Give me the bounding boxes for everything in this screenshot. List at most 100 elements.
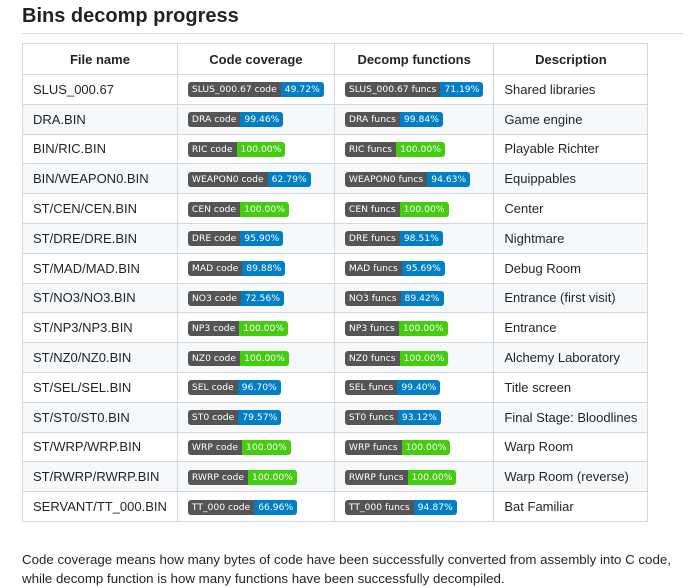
decomp-funcs-cell: CEN funcs 100.00% (333, 193, 495, 224)
decomp-funcs-cell: SEL funcs 99.40% (333, 371, 495, 403)
description-cell: Center (493, 193, 649, 224)
decomp-funcs-cell: WEAPON0 funcs 94.63% (333, 163, 495, 195)
code-coverage-badge-label: NZ0 code (187, 350, 240, 366)
code-coverage-badge[interactable]: NO3 code 72.56% (187, 291, 284, 306)
decomp-funcs-cell: NO3 funcs 89.42% (333, 282, 495, 314)
decomp-funcs-badge[interactable]: WEAPON0 funcs 94.63% (344, 171, 471, 187)
code-coverage-badge-value: 89.88% (242, 261, 286, 277)
code-coverage-badge-label: RIC code (187, 142, 237, 158)
file-name-cell: ST/WRP/WRP.BIN (22, 431, 178, 463)
description-cell: Debug Room (493, 252, 649, 284)
decomp-funcs-badge[interactable]: RWRP funcs 100.00% (344, 469, 457, 485)
decomp-funcs-badge[interactable]: WRP funcs 100.00% (344, 439, 451, 455)
decomp-funcs-badge[interactable]: MAD funcs 95.69% (344, 261, 445, 277)
decomp-funcs-badge[interactable]: NZ0 funcs 100.00% (344, 350, 449, 366)
code-coverage-badge[interactable]: WEAPON0 code 62.79% (187, 171, 311, 187)
decomp-funcs-badge[interactable]: RIC funcs 100.00% (344, 142, 445, 158)
table-row: ST/NP3/NP3.BIN NP3 code 100.00% NP3 funcs 10… (22, 312, 649, 344)
decomp-funcs-badge[interactable]: DRA funcs 99.84% (344, 112, 443, 128)
file-name-cell: ST/MAD/MAD.BIN (22, 252, 178, 284)
decomp-funcs-badge[interactable]: TT_000 funcs 94.87% (344, 499, 457, 515)
code-coverage-cell: WEAPON0 code 62.79% (176, 163, 335, 195)
code-coverage-badge-value: 79.57% (238, 410, 282, 426)
decomp-funcs-badge[interactable]: NP3 funcs 100.00% (344, 320, 448, 336)
file-name-cell: ST/SEL/SEL.BIN (22, 371, 178, 403)
table-row: SLUS_000.67 SLUS_000.67 code 49.72% SLUS_00… (22, 74, 649, 105)
code-coverage-badge-label: SEL code (187, 380, 238, 396)
decomp-funcs-badge-value: 100.00% (399, 350, 449, 366)
decomp-funcs-badge[interactable]: CEN funcs 100.00% (344, 201, 449, 217)
decomp-funcs-badge-label: TT_000 funcs (344, 499, 414, 515)
decomp-funcs-badge-label: WRP funcs (344, 439, 402, 455)
description-cell: Warp Room (493, 431, 649, 463)
file-name-cell: BIN/WEAPON0.BIN (22, 163, 178, 195)
code-coverage-badge[interactable]: CEN code 100.00% (187, 201, 289, 217)
decomp-funcs-badge-value: 94.87% (413, 499, 457, 515)
code-coverage-badge[interactable]: ST0 code 79.57% (187, 410, 282, 426)
table-row: ST/MAD/MAD.BIN MAD code 89.88% MAD funcs 95.… (22, 252, 649, 284)
code-coverage-badge-label: WEAPON0 code (187, 171, 268, 187)
table-row: ST/CEN/CEN.BIN CEN code 100.00% CEN funcs 10… (22, 193, 649, 224)
decomp-funcs-badge[interactable]: ST0 funcs 93.12% (344, 410, 441, 426)
code-coverage-badge-value: 72.56% (240, 291, 284, 306)
code-coverage-badge-label: DRE code (187, 231, 241, 247)
progress-table-wrapper: File name Code coverage Decomp functions… (22, 43, 649, 522)
file-name-cell: SERVANT/TT_000.BIN (22, 491, 178, 522)
description-cell: Title screen (493, 371, 649, 403)
table-row: ST/DRE/DRE.BIN DRE code 95.90% DRE funcs 98.… (22, 222, 649, 254)
decomp-funcs-badge-label: MAD funcs (344, 261, 402, 277)
decomp-funcs-badge[interactable]: NO3 funcs 89.42% (344, 291, 444, 306)
table-row: ST/ST0/ST0.BIN ST0 code 79.57% ST0 funcs 93.… (22, 401, 649, 433)
decomp-funcs-badge-value: 100.00% (399, 201, 449, 217)
decomp-funcs-badge[interactable]: SEL funcs 99.40% (344, 380, 441, 396)
code-coverage-badge[interactable]: RWRP code 100.00% (187, 469, 297, 485)
code-coverage-badge-label: WRP code (187, 439, 242, 455)
decomp-funcs-badge-value: 100.00% (398, 320, 448, 336)
decomp-funcs-badge-label: RIC funcs (344, 142, 397, 158)
code-coverage-badge[interactable]: SEL code 96.70% (187, 380, 281, 396)
code-coverage-badge[interactable]: TT_000 code 66.96% (187, 499, 298, 515)
code-coverage-badge[interactable]: DRE code 95.90% (187, 231, 284, 247)
decomp-funcs-badge-label: ST0 funcs (344, 410, 398, 426)
decomp-funcs-badge-value: 89.42% (400, 291, 444, 306)
description-cell: Entrance (493, 312, 649, 344)
header-description: Description (493, 43, 649, 75)
decomp-funcs-cell: MAD funcs 95.69% (333, 252, 495, 284)
code-coverage-badge-value: 100.00% (240, 201, 289, 217)
code-coverage-badge-value: 66.96% (254, 499, 298, 515)
decomp-funcs-badge-value: 99.40% (397, 380, 441, 396)
decomp-funcs-badge-value: 98.51% (399, 231, 443, 247)
table-body: SLUS_000.67 SLUS_000.67 code 49.72% SLUS_00… (22, 74, 649, 522)
file-name-cell: ST/NO3/NO3.BIN (22, 282, 178, 314)
code-coverage-cell: CEN code 100.00% (176, 193, 335, 224)
table-row: ST/NZ0/NZ0.BIN NZ0 code 100.00% NZ0 funcs 10… (22, 342, 649, 373)
description-cell: Entrance (first visit) (493, 282, 649, 314)
decomp-funcs-badge-label: CEN funcs (344, 201, 400, 217)
decomp-funcs-cell: WRP funcs 100.00% (333, 431, 495, 463)
header-decomp-functions: Decomp functions (333, 43, 495, 75)
header-file-name: File name (22, 43, 178, 75)
code-coverage-cell: SEL code 96.70% (176, 371, 335, 403)
code-coverage-badge-label: NP3 code (187, 320, 240, 336)
code-coverage-badge-value: 100.00% (242, 439, 291, 455)
decomp-funcs-badge[interactable]: SLUS_000.67 funcs 71.19% (344, 82, 484, 98)
decomp-funcs-badge-label: WEAPON0 funcs (344, 171, 428, 187)
code-coverage-badge[interactable]: NZ0 code 100.00% (187, 350, 289, 366)
code-coverage-badge[interactable]: SLUS_000.67 code 49.72% (187, 82, 324, 98)
code-coverage-badge-value: 100.00% (236, 142, 286, 158)
decomp-funcs-badge-value: 95.69% (401, 261, 445, 277)
file-name-cell: ST/DRE/DRE.BIN (22, 222, 178, 254)
code-coverage-badge[interactable]: DRA code 99.46% (187, 112, 284, 128)
file-name-cell: ST/NP3/NP3.BIN (22, 312, 178, 344)
footer-note: Code coverage means how many bytes of co… (22, 552, 671, 586)
code-coverage-badge[interactable]: NP3 code 100.00% (187, 320, 289, 336)
code-coverage-cell: RIC code 100.00% (176, 133, 335, 165)
decomp-funcs-cell: NP3 funcs 100.00% (333, 312, 495, 344)
code-coverage-badge-value: 100.00% (248, 469, 297, 485)
code-coverage-badge[interactable]: RIC code 100.00% (187, 142, 286, 158)
code-coverage-cell: NP3 code 100.00% (176, 312, 335, 344)
code-coverage-badge[interactable]: MAD code 89.88% (187, 261, 286, 277)
code-coverage-cell: SLUS_000.67 code 49.72% (176, 74, 335, 105)
code-coverage-badge[interactable]: WRP code 100.00% (187, 439, 291, 455)
decomp-funcs-badge[interactable]: DRE funcs 98.51% (344, 231, 443, 247)
